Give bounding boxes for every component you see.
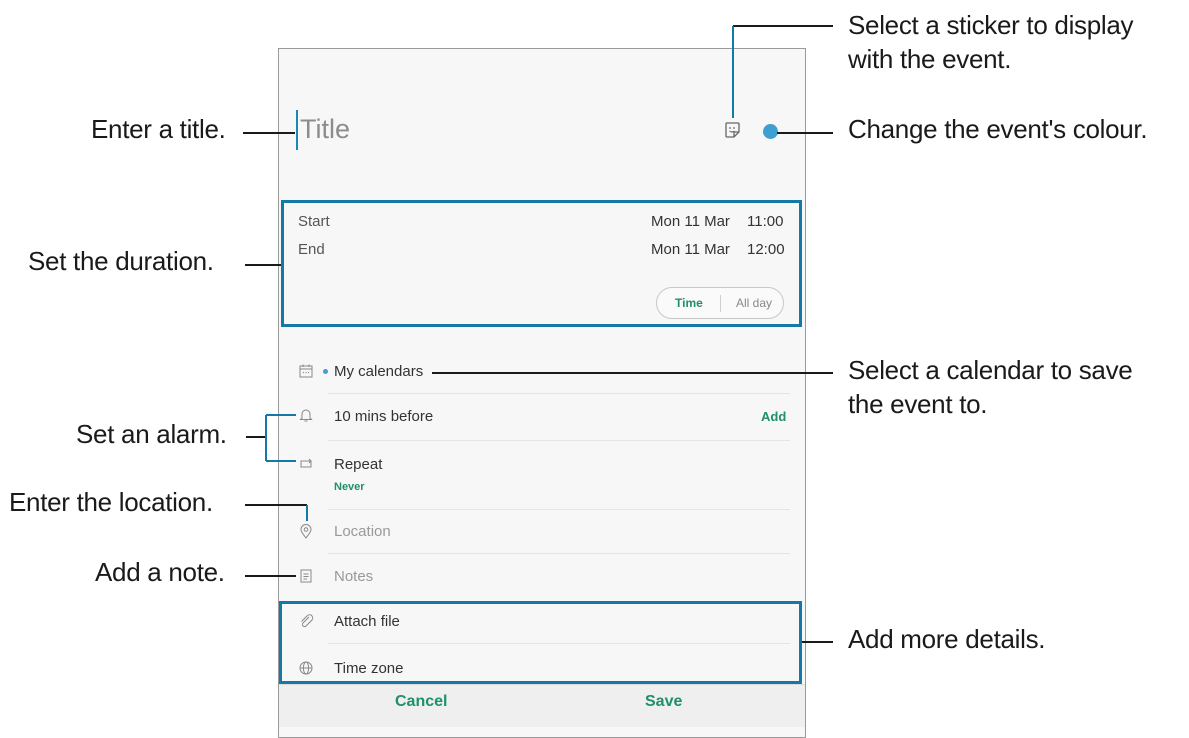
annotation-set-duration: Set the duration. bbox=[28, 246, 214, 276]
annotation-more-details: Add more details. bbox=[848, 624, 1046, 654]
annotation-set-alarm: Set an alarm. bbox=[76, 419, 227, 449]
annotation-enter-title: Enter a title. bbox=[91, 114, 226, 144]
annotation-add-note: Add a note. bbox=[95, 557, 225, 587]
annotation-sticker-line2: with the event. bbox=[848, 44, 1012, 74]
annotation-calendar-line2: the event to. bbox=[848, 389, 988, 419]
annotation-change-colour: Change the event's colour. bbox=[848, 114, 1148, 144]
annotation-sticker-line1: Select a sticker to display bbox=[848, 10, 1134, 40]
annotation-enter-location: Enter the location. bbox=[9, 487, 213, 517]
annotation-calendar-line1: Select a calendar to save bbox=[848, 355, 1133, 385]
